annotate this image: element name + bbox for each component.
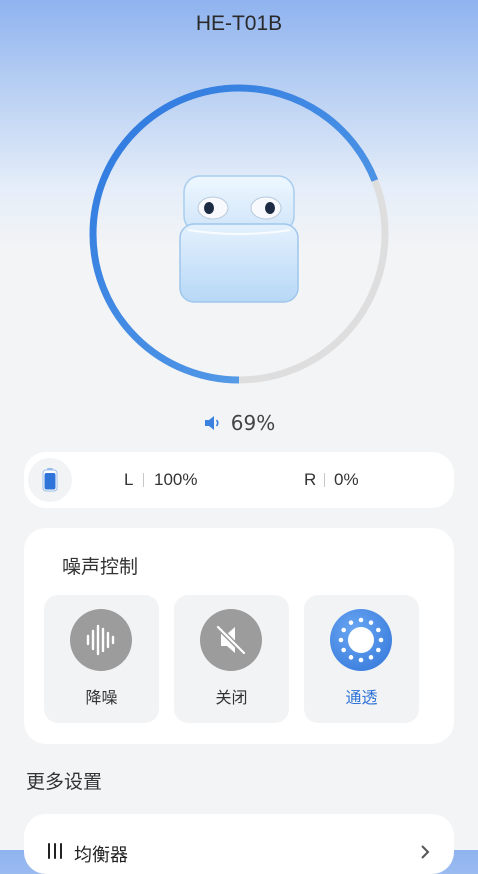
battery-card: L 100% R 0%	[24, 452, 454, 508]
transparency-dot	[341, 627, 346, 633]
mode-off-label: 关闭	[215, 688, 248, 707]
earbuds-case-image	[178, 174, 300, 306]
mode-transparency[interactable]: 通透	[304, 595, 419, 723]
equalizer-row[interactable]: 均衡器	[24, 814, 454, 874]
battery-icon	[28, 458, 72, 502]
chevron-right-icon	[420, 844, 430, 864]
left-separator	[143, 473, 144, 487]
speaker-icon	[203, 413, 223, 433]
volume-value: 69%	[230, 411, 276, 435]
transparency-dot	[348, 620, 354, 625]
transparency-dot	[368, 655, 374, 660]
transparency-dot	[378, 637, 384, 643]
battery-ring	[89, 77, 389, 391]
transparency-dot	[348, 655, 354, 660]
transparency-icon	[330, 609, 392, 671]
transparency-dot	[376, 647, 381, 653]
right-label: R	[304, 470, 317, 489]
equalizer-icon	[46, 842, 64, 864]
volume-indicator: 69%	[0, 411, 478, 435]
more-settings-title: 更多设置	[26, 771, 103, 793]
mode-off[interactable]: 关闭	[174, 595, 289, 723]
right-battery-value: 0%	[334, 470, 359, 489]
noise-control-card: 噪声控制 降噪 关闭 通透	[24, 528, 454, 744]
mode-noise-cancel-label: 降噪	[85, 688, 118, 707]
transparency-dot	[338, 637, 344, 643]
device-name: HE-T01B	[195, 12, 283, 35]
mode-transparency-label: 通透	[345, 688, 378, 707]
left-battery-value: 100%	[154, 470, 198, 489]
noise-control-title: 噪声控制	[62, 556, 139, 578]
transparency-dot	[341, 647, 346, 653]
equalizer-label: 均衡器	[74, 845, 128, 866]
transparency-dot	[358, 617, 364, 623]
transparency-dot	[358, 657, 364, 663]
transparency-dot	[376, 627, 381, 633]
left-label: L	[124, 470, 134, 489]
mute-off-icon	[200, 609, 262, 671]
noise-cancel-icon	[70, 609, 132, 671]
transparency-dot	[368, 620, 374, 625]
right-separator	[324, 473, 325, 487]
mode-noise-cancel[interactable]: 降噪	[44, 595, 159, 723]
